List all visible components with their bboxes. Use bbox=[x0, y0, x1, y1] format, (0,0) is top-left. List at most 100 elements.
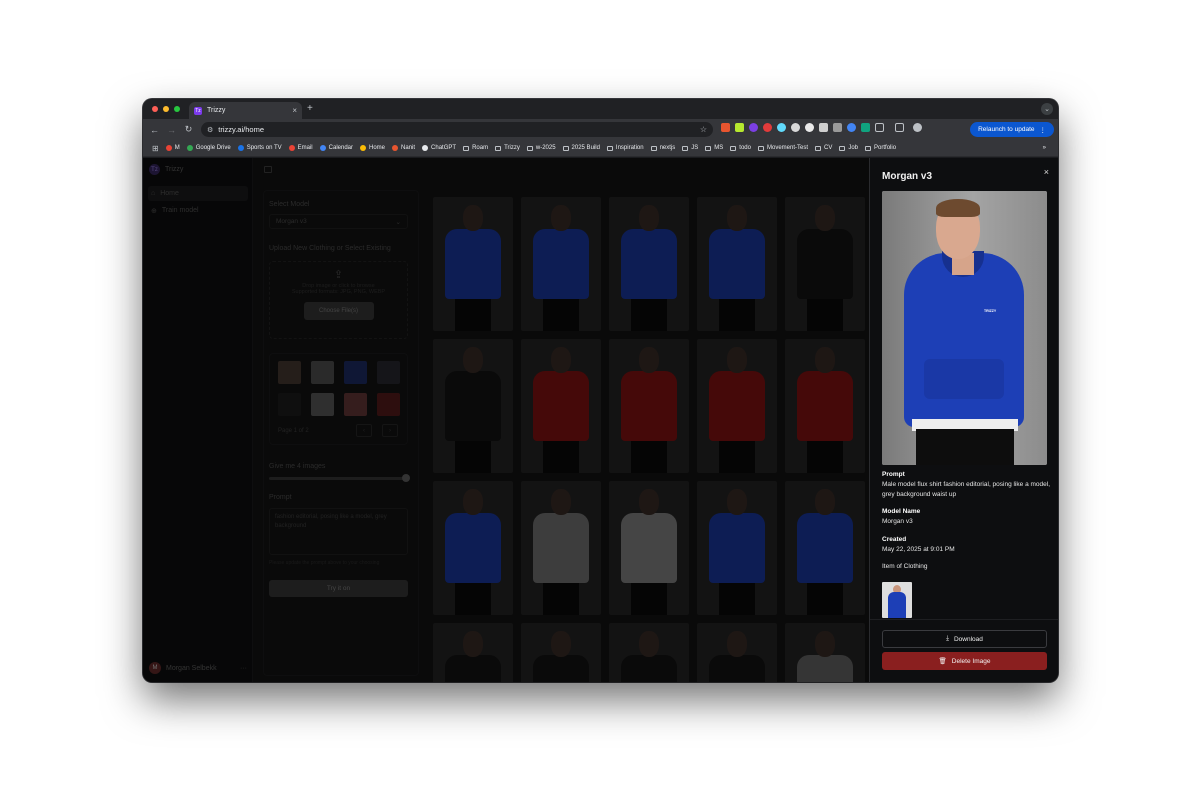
close-window-button[interactable] bbox=[152, 106, 158, 112]
image-detail-panel: Morgan v3 × TRIZZY Prompt Male model flu… bbox=[869, 158, 1058, 682]
bookmark-item[interactable]: Trizzy bbox=[495, 145, 520, 151]
modal-overlay[interactable] bbox=[143, 158, 869, 682]
bookmark-label: Calendar bbox=[328, 145, 354, 151]
extension-icon[interactable] bbox=[763, 123, 772, 132]
bookmark-label: Nanit bbox=[401, 145, 416, 151]
forward-icon[interactable]: → bbox=[163, 125, 180, 135]
site-favicon-icon bbox=[288, 145, 295, 151]
prompt-section: Prompt Male model flux shirt fashion edi… bbox=[882, 470, 1050, 500]
apps-grid-icon[interactable]: ⊞ bbox=[152, 144, 159, 153]
created-section: Created May 22, 2025 at 9:01 PM bbox=[882, 535, 1050, 555]
bookmark-label: JS bbox=[691, 145, 699, 151]
bookmark-item[interactable]: Roam bbox=[463, 145, 488, 151]
bookmark-item[interactable]: 2025 Build bbox=[562, 145, 600, 151]
bookmark-item[interactable]: CV bbox=[815, 145, 832, 151]
download-button[interactable]: ⤓ Download bbox=[882, 630, 1047, 648]
folder-icon bbox=[865, 145, 872, 151]
bookmark-item[interactable]: nextjs bbox=[650, 145, 676, 151]
site-favicon-icon bbox=[319, 145, 326, 151]
react-devtools-icon[interactable] bbox=[777, 123, 786, 132]
profile-avatar-icon[interactable] bbox=[913, 123, 922, 132]
bookmark-item[interactable]: Movement-Test bbox=[757, 145, 808, 151]
site-info-icon[interactable]: ⚙ bbox=[207, 126, 213, 134]
close-tab-icon[interactable]: × bbox=[292, 106, 297, 115]
bookmark-label: w-2025 bbox=[535, 145, 556, 151]
bookmark-label: Trizzy bbox=[504, 145, 520, 151]
tab-title: Trizzy bbox=[207, 107, 226, 114]
address-bar[interactable]: ⚙ trizzy.ai/home ☆ bbox=[201, 122, 713, 137]
bookmark-item[interactable]: M bbox=[165, 145, 180, 151]
back-icon[interactable]: ← bbox=[146, 125, 163, 135]
bookmark-label: ChatGPT bbox=[431, 145, 457, 151]
bookmark-item[interactable]: w-2025 bbox=[526, 145, 556, 151]
delete-label: Delete Image bbox=[951, 657, 991, 665]
delete-image-button[interactable]: 🗑 Delete Image bbox=[882, 652, 1047, 670]
bookmark-item[interactable]: Google Drive bbox=[186, 145, 231, 151]
minimize-window-button[interactable] bbox=[163, 106, 169, 112]
clothing-item-thumbnail[interactable] bbox=[882, 582, 912, 618]
model-name-label: Model Name bbox=[882, 508, 921, 515]
extension-icon[interactable] bbox=[805, 123, 814, 132]
relaunch-label: Relaunch to update bbox=[978, 126, 1035, 133]
tab-search-icon[interactable]: ⌄ bbox=[1041, 103, 1053, 115]
folder-icon bbox=[463, 145, 470, 151]
bookmark-item[interactable]: Job bbox=[839, 145, 858, 151]
window-controls bbox=[152, 106, 180, 112]
extensions-puzzle-icon[interactable] bbox=[875, 123, 884, 132]
extensions-bar bbox=[721, 123, 922, 132]
bookmark-item[interactable]: Calendar bbox=[319, 145, 354, 151]
bookmark-item[interactable]: Nanit bbox=[392, 145, 415, 151]
chatgpt-extension-icon[interactable] bbox=[861, 123, 870, 132]
bookmark-label: Inspiration bbox=[615, 145, 644, 151]
prompt-label: Prompt bbox=[882, 471, 905, 478]
new-tab-button[interactable]: + bbox=[307, 103, 313, 114]
folder-icon bbox=[606, 145, 613, 151]
bookmark-item[interactable]: Sports on TV bbox=[237, 145, 282, 151]
reload-icon[interactable]: ↻ bbox=[180, 124, 197, 135]
extension-icon[interactable] bbox=[735, 123, 744, 132]
bookmark-item[interactable]: MS bbox=[705, 145, 723, 151]
tab-strip: Tz Trizzy × + ⌄ bbox=[143, 99, 1058, 119]
extension-icon[interactable] bbox=[791, 123, 800, 132]
bookmark-label: nextjs bbox=[659, 145, 676, 151]
trash-icon: 🗑 bbox=[938, 658, 947, 665]
folder-icon bbox=[839, 145, 846, 151]
folder-icon bbox=[705, 145, 712, 151]
detail-title: Morgan v3 bbox=[882, 171, 933, 182]
extension-icon[interactable] bbox=[819, 123, 828, 132]
bookmark-item[interactable]: ChatGPT bbox=[422, 145, 456, 151]
bookmark-label: Home bbox=[369, 145, 386, 151]
folder-icon bbox=[682, 145, 689, 151]
extension-icon[interactable] bbox=[847, 123, 856, 132]
browser-tab[interactable]: Tz Trizzy × bbox=[189, 102, 302, 119]
reading-list-icon[interactable] bbox=[895, 123, 904, 132]
kebab-menu-icon[interactable]: ⋮ bbox=[1040, 126, 1047, 134]
generated-image-preview: TRIZZY bbox=[882, 191, 1047, 465]
extension-icon[interactable] bbox=[721, 123, 730, 132]
bookmark-item[interactable]: JS bbox=[682, 145, 698, 151]
bookmark-item[interactable]: Inspiration bbox=[606, 145, 644, 151]
trizzy-favicon-icon: Tz bbox=[194, 106, 202, 115]
maximize-window-button[interactable] bbox=[174, 106, 180, 112]
bookmark-item[interactable]: todo bbox=[730, 145, 751, 151]
bookmark-item[interactable]: Portfolio bbox=[865, 145, 896, 151]
bookmark-label: Roam bbox=[472, 145, 489, 151]
bookmark-star-icon[interactable]: ☆ bbox=[700, 125, 707, 134]
download-icon: ⤓ bbox=[946, 635, 949, 642]
close-icon[interactable]: × bbox=[1044, 167, 1049, 177]
relaunch-update-button[interactable]: Relaunch to update ⋮ bbox=[970, 122, 1054, 137]
bookmark-label: todo bbox=[739, 145, 751, 151]
bookmark-label: CV bbox=[824, 145, 833, 151]
folder-icon bbox=[526, 145, 533, 151]
more-bookmarks-icon[interactable]: » bbox=[1043, 145, 1046, 151]
prompt-value: Male model flux shirt fashion editorial,… bbox=[882, 481, 1051, 499]
site-favicon-icon bbox=[422, 145, 429, 151]
bookmark-label: Sports on TV bbox=[246, 145, 282, 151]
folder-icon bbox=[650, 145, 657, 151]
bookmark-item[interactable]: Email bbox=[288, 145, 313, 151]
bookmark-item[interactable]: Home bbox=[360, 145, 385, 151]
folder-icon bbox=[562, 145, 569, 151]
extension-icon[interactable] bbox=[833, 123, 842, 132]
extension-icon[interactable] bbox=[749, 123, 758, 132]
download-label: Download bbox=[953, 635, 983, 643]
